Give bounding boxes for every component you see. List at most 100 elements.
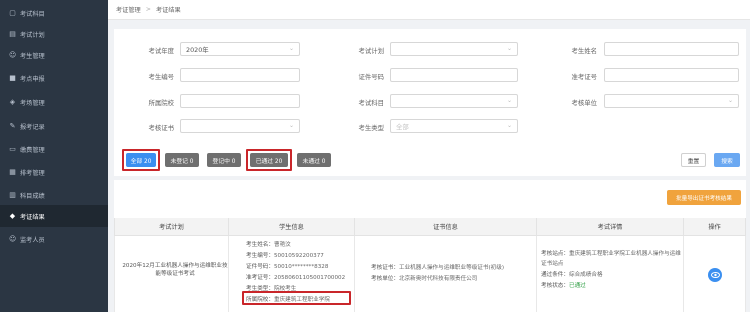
payment-icon: ▭	[9, 144, 16, 153]
cert-unit-select[interactable]: ⌄	[604, 94, 739, 108]
status-badge: 已通过	[568, 283, 586, 289]
sidebar-item-label: 考生管理	[20, 52, 45, 60]
cert-info-cell: 考核证书：工业机器人操作与运维职业等级证书(初级) 考核单位：北京新奥时代科技有…	[355, 236, 537, 312]
tab-registering[interactable]: 登记中 0	[207, 153, 241, 167]
detail-cell: 考核站点：重庆建筑工程职业学院工业机器人操作与运维 证书站点 通过条件：综合成绩…	[537, 236, 684, 312]
batch-export-button[interactable]: 批量导出证书考核结果	[667, 190, 741, 205]
student-no-line: 考生编号：50010592200377	[246, 253, 324, 259]
breadcrumb-current: 考证结果	[155, 7, 181, 14]
subject-label: 考试科目	[358, 99, 384, 107]
sidebar-item-proctors[interactable]: ☺ 监考人员	[0, 228, 108, 250]
ticket-no-input[interactable]	[604, 68, 739, 82]
filter-panel: 考试年度 2020年 ⌄ 考试计划 ⌄ 考生姓名 考生编号 证件号码 准考证号 所…	[114, 29, 746, 176]
exam-year-select[interactable]: 2020年 ⌄	[180, 42, 300, 56]
chevron-down-icon: ⌄	[506, 45, 512, 52]
id-no-line: 证件号码：50010********8328	[246, 264, 329, 270]
cert-unit-line: 考核单位：北京新奥时代科技有限责任公司	[371, 276, 478, 282]
search-button[interactable]: 搜索	[714, 153, 740, 167]
sidebar-item-records[interactable]: ✎ 报考记录	[0, 115, 108, 137]
record-icon: ✎	[9, 121, 16, 130]
exam-year-label: 考试年度	[148, 47, 174, 55]
tab-unregistered[interactable]: 未登记 0	[165, 153, 199, 167]
sidebar-item-label: 报考记录	[20, 123, 45, 131]
id-no-input[interactable]	[390, 68, 518, 82]
ticket-no-line: 准考证号：20580601105001700002	[246, 275, 346, 281]
column-header-detail: 考试详情	[537, 218, 684, 236]
chevron-down-icon: ⌄	[727, 97, 733, 104]
student-name-line: 考生姓名：曹艳汶	[246, 242, 291, 248]
sidebar-item-label: 考证结果	[20, 213, 45, 221]
status-line: 考核状态：已通过	[541, 283, 586, 289]
tab-failed[interactable]: 未通过 0	[297, 153, 331, 167]
flag-icon: ■	[9, 73, 16, 82]
user-icon: ☺	[9, 50, 17, 59]
table-row: 2020年12月工业机器人操作与运维职业技能等级证书考试	[114, 236, 229, 312]
student-type-label: 考生类型	[358, 124, 384, 132]
exam-plan-select[interactable]: ⌄	[390, 42, 518, 56]
column-header-plan: 考试计划	[114, 218, 229, 236]
ticket-no-label: 准考证号	[571, 73, 597, 81]
site-line-cont: 证书站点	[541, 261, 564, 267]
sidebar-item-label: 考点申报	[20, 75, 45, 83]
sidebar-item-label: 考试计划	[20, 31, 45, 39]
student-name-label: 考生姓名	[571, 47, 597, 55]
cert-unit-label: 考核单位	[571, 99, 597, 107]
subject-select[interactable]: ⌄	[390, 94, 518, 108]
exam-plan-label: 考试计划	[358, 47, 384, 55]
sidebar-item-site-apply[interactable]: ■ 考点申报	[0, 67, 108, 89]
pass-condition-line: 通过条件：综合成绩合格	[541, 272, 603, 278]
reset-button[interactable]: 重置	[681, 153, 706, 167]
sidebar-item-payment[interactable]: ▭ 缴费管理	[0, 138, 108, 160]
score-icon: ▥	[9, 190, 16, 199]
student-no-input[interactable]	[180, 68, 300, 82]
chevron-down-icon: ⌄	[506, 97, 512, 104]
cert-label: 考核证书	[148, 124, 174, 132]
schedule-icon: ▦	[9, 167, 16, 176]
book-icon: ▢	[9, 8, 16, 17]
breadcrumb-separator: >	[145, 6, 151, 13]
student-info-cell: 考生姓名：曹艳汶 考生编号：50010592200377 证件号码：50010*…	[229, 236, 355, 312]
sidebar-item-students[interactable]: ☺ 考生管理	[0, 44, 108, 66]
eye-icon[interactable]	[708, 268, 722, 282]
cert-line: 考核证书：工业机器人操作与运维职业等级证书(初级)	[371, 265, 505, 271]
plan-name: 2020年12月工业机器人操作与运维职业技能等级证书考试	[122, 263, 228, 277]
breadcrumb-parent[interactable]: 考证管理	[116, 5, 141, 14]
sidebar-item-label: 排考管理	[20, 169, 45, 177]
sidebar: ▢ 考试科目 ▤ 考试计划 ☺ 考生管理 ■ 考点申报 ◈ 考场管理 ✎ 报考记录 ▭ 缴费管…	[0, 0, 108, 312]
sidebar-item-rooms[interactable]: ◈ 考场管理	[0, 91, 108, 113]
sidebar-item-exam-subjects[interactable]: ▢ 考试科目	[0, 2, 108, 24]
certificate-icon: ◆	[9, 211, 16, 220]
highlight-box-passed	[246, 149, 292, 171]
calendar-icon: ▤	[9, 29, 16, 38]
sidebar-item-label: 缴费管理	[20, 146, 45, 154]
highlight-box-all	[122, 149, 160, 171]
site-line: 考核站点：重庆建筑工程职业学院工业机器人操作与运维	[541, 251, 681, 257]
school-label: 所属院校	[148, 99, 174, 107]
sidebar-item-label: 考试科目	[20, 10, 45, 18]
sidebar-item-label: 监考人员	[20, 236, 45, 244]
column-header-student: 学生信息	[229, 218, 355, 236]
sidebar-item-results[interactable]: ◆ 考证结果	[0, 205, 108, 227]
highlight-box-school	[242, 291, 351, 305]
chevron-down-icon: ⌄	[506, 122, 512, 129]
exam-year-value: 2020年	[186, 45, 209, 54]
sidebar-item-exam-plan[interactable]: ▤ 考试计划	[0, 23, 108, 45]
student-type-select[interactable]: 全部 ⌄	[390, 119, 518, 133]
student-name-input[interactable]	[604, 42, 739, 56]
chevron-down-icon: ⌄	[288, 122, 294, 129]
id-no-label: 证件号码	[358, 73, 384, 81]
sidebar-item-label: 科目成绩	[20, 192, 45, 200]
school-input[interactable]	[180, 94, 300, 108]
room-icon: ◈	[9, 97, 16, 106]
student-type-placeholder: 全部	[396, 122, 409, 131]
breadcrumb: 考证管理 > 考证结果	[108, 0, 750, 20]
sidebar-item-scores[interactable]: ▥ 科目成绩	[0, 184, 108, 206]
student-no-label: 考生编号	[148, 73, 174, 81]
column-header-cert: 证书信息	[355, 218, 537, 236]
staff-icon: ☺	[9, 234, 17, 243]
results-panel: 批量导出证书考核结果 考试计划 学生信息 证书信息 考试详情 操作 2020年1…	[114, 180, 746, 312]
column-header-action: 操作	[684, 218, 746, 236]
sidebar-item-schedule[interactable]: ▦ 排考管理	[0, 161, 108, 183]
sidebar-item-label: 考场管理	[20, 99, 45, 107]
cert-select[interactable]: ⌄	[180, 119, 300, 133]
